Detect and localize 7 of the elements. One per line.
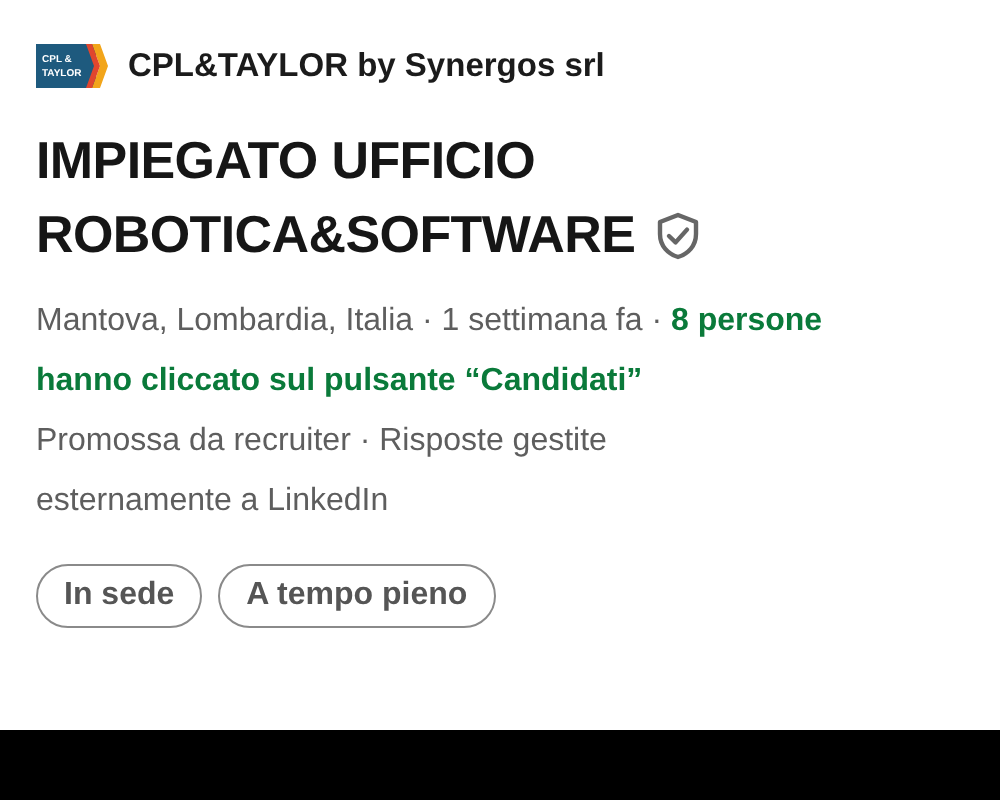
job-title: IMPIEGATO UFFICIO xyxy=(36,128,538,194)
recruiter-note: Promossa da recruiter · Risposte gestite esternamente a LinkedIn xyxy=(36,422,609,522)
company-name[interactable]: CPL&TAYLOR by Synergos srl xyxy=(128,47,605,85)
job-tag[interactable]: In sede xyxy=(36,564,203,628)
job-title: ROBOTICA&SOFTWARE xyxy=(36,202,636,268)
job-tag[interactable]: A tempo pieno xyxy=(218,564,496,628)
job-meta-text: Mantova, Lombardia, Italia · 1 settimana fa · 8 persone hanno cliccato sul pulsante “Candidati” xyxy=(36,302,825,402)
